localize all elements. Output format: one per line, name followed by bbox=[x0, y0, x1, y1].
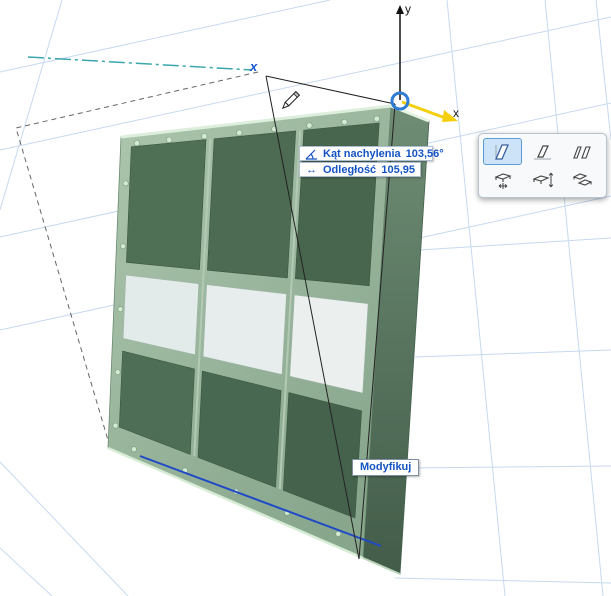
tracker-angle-label: Kąt nachylenia bbox=[323, 147, 401, 160]
scene-canvas[interactable] bbox=[0, 0, 611, 596]
tracker-row-angle[interactable]: Kąt nachylenia 103,56° bbox=[299, 146, 444, 161]
tracker-angle-value[interactable]: 103,56° bbox=[406, 148, 444, 160]
tilt-panel-icon bbox=[494, 143, 509, 160]
y-axis-label: y bbox=[405, 2, 411, 16]
palette-offset-button[interactable] bbox=[563, 166, 602, 193]
edit-start-marker: x bbox=[250, 59, 258, 74]
x-axis-label: x bbox=[453, 106, 459, 120]
modify-hint: Modyfikuj bbox=[352, 459, 420, 476]
y-axis-arrow bbox=[396, 5, 404, 14]
distance-arrow-icon: ↔ bbox=[306, 163, 317, 176]
pencil-cursor-icon bbox=[281, 90, 301, 110]
3d-viewport[interactable]: y x x Kąt nachylenia 103,56° ↔ Odległość… bbox=[0, 0, 611, 596]
tracker-distance-label: Odległość bbox=[323, 163, 377, 176]
tilt-panels-pair-icon bbox=[572, 145, 591, 159]
coordinate-axes bbox=[390, 5, 458, 122]
tilt-panel-baseline-icon bbox=[533, 144, 551, 159]
offset-slabs-icon bbox=[572, 172, 592, 186]
tracker: Kąt nachylenia 103,56° ↔ Odległość 105,9… bbox=[299, 146, 444, 178]
move-slab-arrows-icon bbox=[493, 172, 512, 189]
palette-tilt-pair-button[interactable] bbox=[563, 138, 602, 165]
palette-move-button[interactable] bbox=[483, 166, 522, 193]
tracker-distance-value[interactable]: 105,95 bbox=[381, 164, 415, 176]
guide-line bbox=[27, 56, 253, 71]
palette-elevate-button[interactable] bbox=[523, 166, 562, 193]
palette-tilt-baseline-button[interactable] bbox=[523, 138, 562, 165]
palette-tilt-button[interactable] bbox=[483, 138, 522, 165]
elevate-slab-icon bbox=[531, 172, 553, 187]
angle-icon bbox=[305, 148, 318, 160]
tracker-row-distance[interactable]: ↔ Odległość 105,95 bbox=[299, 162, 421, 177]
pet-palette bbox=[478, 133, 607, 198]
